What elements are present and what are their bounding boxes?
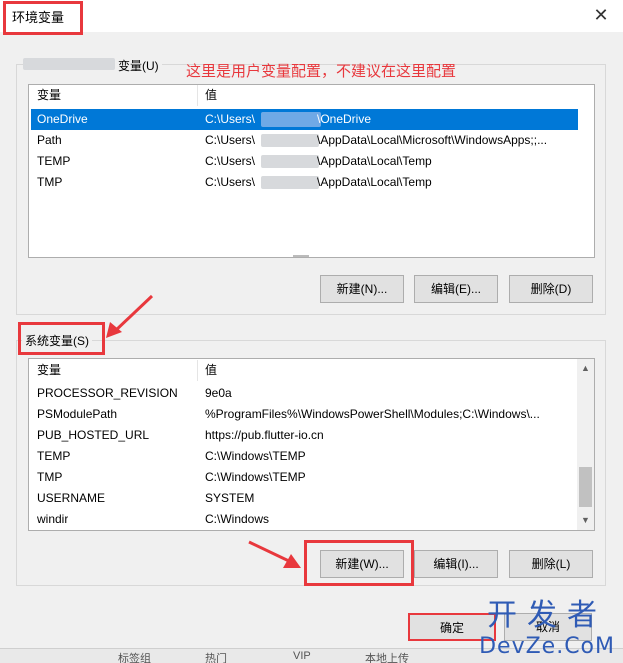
variable-value-suffix: \AppData\Local\Temp bbox=[317, 175, 432, 189]
variable-name: OneDrive bbox=[37, 112, 88, 126]
blurred-username bbox=[261, 134, 319, 147]
variable-name: TMP bbox=[37, 175, 63, 189]
variable-value: C:\Windows\TEMP bbox=[205, 449, 306, 463]
variable-value-prefix: C:\Users\ bbox=[205, 154, 256, 168]
table-row[interactable]: PUB_HOSTED_URL https://pub.flutter-io.cn bbox=[29, 425, 594, 446]
column-header-value[interactable]: 值 bbox=[205, 360, 217, 381]
system-delete-button[interactable]: 删除(L) bbox=[509, 550, 593, 578]
system-label-highlight bbox=[18, 322, 105, 355]
list-header: 变量 值 bbox=[29, 360, 594, 381]
scroll-up-icon[interactable]: ▲ bbox=[577, 363, 594, 373]
table-row[interactable]: TMP C:\Users\ \AppData\Local\Temp bbox=[29, 172, 594, 193]
close-button[interactable]: ✕ bbox=[589, 4, 613, 26]
user-delete-button[interactable]: 删除(D) bbox=[509, 275, 593, 303]
annotation-arrow-icon bbox=[248, 540, 301, 568]
table-row[interactable]: PROCESSOR_REVISION 9e0a bbox=[29, 383, 594, 404]
title-highlight bbox=[3, 1, 83, 35]
blurred-username-label bbox=[23, 58, 115, 70]
scroll-down-icon[interactable]: ▼ bbox=[577, 515, 594, 525]
variable-name: PROCESSOR_REVISION bbox=[37, 386, 178, 400]
variable-value: SYSTEM bbox=[205, 491, 255, 505]
variable-value-prefix: C:\Users\ bbox=[205, 175, 256, 189]
user-variables-annotation: 这里是用户变量配置，不建议在这里配置 bbox=[186, 63, 457, 80]
table-row[interactable]: TMP C:\Windows\TEMP bbox=[29, 467, 594, 488]
scroll-thumb[interactable] bbox=[579, 467, 592, 507]
variable-name: TEMP bbox=[37, 154, 71, 168]
column-header-variable[interactable]: 变量 bbox=[37, 360, 61, 381]
table-row[interactable]: Path C:\Users\ \AppData\Local\Microsoft\… bbox=[29, 130, 594, 151]
variable-value-suffix: \AppData\Local\Temp bbox=[317, 154, 432, 168]
variable-value: 9e0a bbox=[205, 386, 232, 400]
variable-name: TEMP bbox=[37, 449, 71, 463]
variable-name: windir bbox=[37, 512, 69, 526]
variable-name: Path bbox=[37, 133, 62, 147]
annotation-arrow-icon bbox=[106, 294, 154, 338]
table-row[interactable]: OneDrive C:\Users\ \OneDrive bbox=[31, 109, 578, 130]
user-edit-button[interactable]: 编辑(E)... bbox=[414, 275, 498, 303]
title-bar: 环境变量 ✕ bbox=[0, 0, 623, 32]
watermark-line2: DevZe.CoM bbox=[479, 634, 615, 659]
new-button-highlight bbox=[304, 540, 414, 586]
watermark-line1: 开发者 bbox=[487, 598, 608, 633]
blurred-username bbox=[261, 155, 319, 168]
user-variables-label: 变量(U) bbox=[115, 57, 162, 74]
user-variables-list[interactable]: 变量 值 OneDrive C:\Users\ \OneDrive Path C… bbox=[28, 84, 595, 258]
variable-name: PSModulePath bbox=[37, 407, 118, 421]
variable-value: C:\Windows bbox=[205, 512, 270, 526]
table-row[interactable]: TEMP C:\Users\ \AppData\Local\Temp bbox=[29, 151, 594, 172]
table-row[interactable]: USERNAME SYSTEM bbox=[29, 488, 594, 509]
column-header-variable[interactable]: 变量 bbox=[37, 85, 61, 106]
blurred-username bbox=[261, 176, 319, 189]
column-divider[interactable] bbox=[197, 360, 198, 381]
strip-item: 热门 bbox=[205, 653, 227, 663]
variable-name: PUB_HOSTED_URL bbox=[37, 428, 150, 442]
user-new-button[interactable]: 新建(N)... bbox=[320, 275, 404, 303]
table-row[interactable]: PSModulePath %ProgramFiles%\WindowsPower… bbox=[29, 404, 594, 425]
variable-value-prefix: C:\Users\ bbox=[205, 133, 256, 147]
strip-item: 标签组 bbox=[118, 653, 151, 663]
site-watermark: 开发者 DevZe.CoM bbox=[479, 590, 615, 659]
blurred-username bbox=[261, 112, 321, 127]
table-row[interactable]: windir C:\Windows bbox=[29, 509, 594, 530]
variable-name: TMP bbox=[37, 470, 63, 484]
system-edit-button[interactable]: 编辑(I)... bbox=[414, 550, 498, 578]
horizontal-scroll-marker[interactable] bbox=[293, 255, 309, 257]
column-header-value[interactable]: 值 bbox=[205, 85, 217, 106]
column-divider[interactable] bbox=[197, 85, 198, 106]
vertical-scrollbar[interactable]: ▲ ▼ bbox=[577, 359, 594, 530]
variable-value: %ProgramFiles%\WindowsPowerShell\Modules… bbox=[205, 407, 540, 421]
variable-value-suffix: \OneDrive bbox=[317, 112, 372, 126]
strip-item: VIP bbox=[293, 650, 311, 662]
system-variables-list[interactable]: 变量 值 PROCESSOR_REVISION 9e0a PSModulePat… bbox=[28, 358, 595, 531]
variable-value: C:\Windows\TEMP bbox=[205, 470, 306, 484]
strip-item: 本地上传 bbox=[365, 653, 409, 663]
variable-value: https://pub.flutter-io.cn bbox=[205, 428, 324, 442]
variable-name: USERNAME bbox=[37, 491, 106, 505]
variable-value-suffix: \AppData\Local\Microsoft\WindowsApps;;..… bbox=[317, 133, 548, 147]
list-header: 变量 值 bbox=[29, 85, 594, 106]
variable-value-prefix: C:\Users\ bbox=[205, 112, 256, 126]
table-row[interactable]: TEMP C:\Windows\TEMP bbox=[29, 446, 594, 467]
